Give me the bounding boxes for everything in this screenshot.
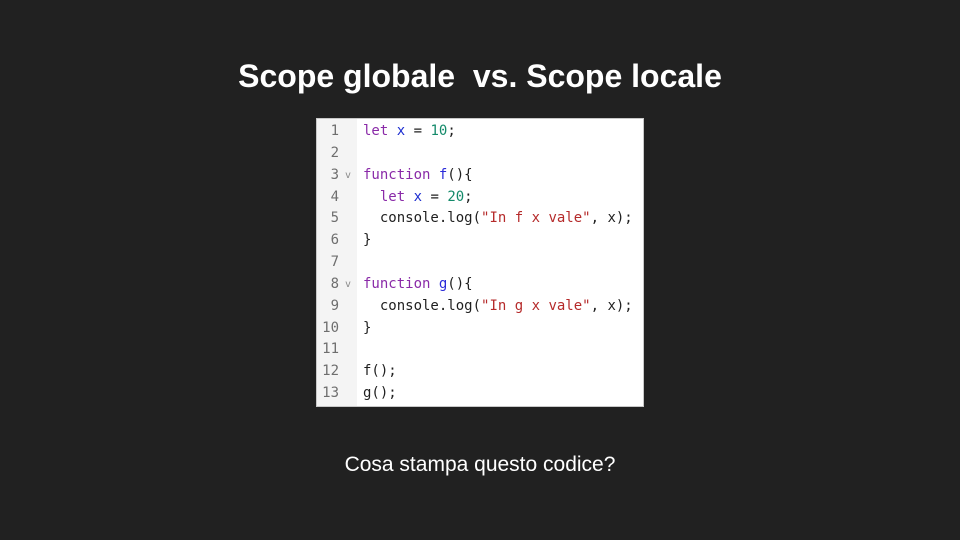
- line-number: 5: [330, 210, 339, 227]
- line-number: 1: [330, 123, 339, 139]
- slide-title: Scope globale vs. Scope locale: [238, 58, 722, 94]
- code-token: =: [405, 123, 431, 139]
- code-line: 13 g();: [317, 383, 643, 405]
- code-token: , x);: [590, 297, 633, 314]
- code-token: function: [363, 166, 439, 183]
- code-line: 5 console.log("In f x vale", x);: [317, 208, 643, 230]
- code-token: 20: [447, 188, 465, 205]
- code-line: 9 console.log("In g x vale", x);: [317, 296, 643, 318]
- line-number: 13: [322, 385, 339, 402]
- code-line: 8 v function g(){: [317, 274, 643, 296]
- line-number: 11: [322, 341, 339, 358]
- code-line: 3 v function f(){: [317, 165, 643, 187]
- fold-toggle-icon[interactable]: v: [343, 165, 353, 187]
- code-token: "In g x vale": [481, 297, 591, 314]
- code-text: let x = 20;: [363, 187, 473, 209]
- code-token: f();: [363, 363, 397, 380]
- code-text: f();: [363, 361, 397, 383]
- code-token: ;: [447, 123, 456, 139]
- code-token: x: [413, 188, 423, 205]
- question-text: Cosa stampa questo codice?: [344, 453, 616, 476]
- code-token: console.log(: [363, 297, 482, 314]
- code-text: function f(){: [363, 165, 473, 187]
- line-number: 10: [322, 319, 339, 336]
- code-line: 11: [317, 339, 643, 361]
- code-line: 12 f();: [317, 361, 643, 383]
- code-token: x: [396, 123, 406, 139]
- line-number: 2: [330, 144, 339, 161]
- code-token: let: [379, 188, 414, 205]
- code-text: let x = 10;: [363, 121, 456, 143]
- code-snippet: 1 let x = 10; 2 3 v function f(){4 let x = 20…: [316, 118, 644, 407]
- line-number: 4: [330, 188, 339, 205]
- code-line: 10}: [317, 318, 643, 340]
- code-lines: 1 let x = 10; 2 3 v function f(){4 let x = 20…: [317, 121, 643, 405]
- code-token: (){: [447, 275, 473, 292]
- code-text: }: [363, 318, 371, 340]
- code-token: "In f x vale": [481, 210, 591, 227]
- code-text: function g(){: [363, 274, 473, 296]
- line-number: 6: [330, 232, 339, 249]
- line-number: 3: [330, 166, 339, 183]
- code-line: 7: [317, 252, 643, 274]
- code-token: g();: [363, 385, 397, 402]
- code-token: =: [422, 188, 448, 205]
- code-token: let: [363, 123, 397, 139]
- code-token: (){: [447, 166, 473, 183]
- slide: Scope globale vs. Scope locale 1 let x = …: [0, 0, 960, 540]
- line-number: 12: [322, 363, 339, 380]
- code-token: }: [363, 319, 372, 336]
- code-line: 6}: [317, 230, 643, 252]
- line-number: 8: [330, 275, 339, 292]
- code-line: 1 let x = 10;: [317, 121, 643, 143]
- code-token: }: [363, 232, 372, 249]
- code-text: g();: [363, 383, 397, 405]
- code-token: function: [363, 275, 439, 292]
- code-token: console.log(: [363, 210, 482, 227]
- code-token: ;: [464, 188, 473, 205]
- code-line: 4 let x = 20;: [317, 187, 643, 209]
- fold-toggle-icon[interactable]: v: [343, 274, 353, 296]
- code-line: 2: [317, 143, 643, 165]
- code-text: console.log("In f x vale", x);: [363, 208, 633, 230]
- line-number: 7: [330, 254, 339, 271]
- code-text: console.log("In g x vale", x);: [363, 296, 633, 318]
- code-token: 10: [430, 123, 448, 139]
- code-text: }: [363, 230, 371, 252]
- code-token: , x);: [590, 210, 633, 227]
- line-number: 9: [330, 297, 339, 314]
